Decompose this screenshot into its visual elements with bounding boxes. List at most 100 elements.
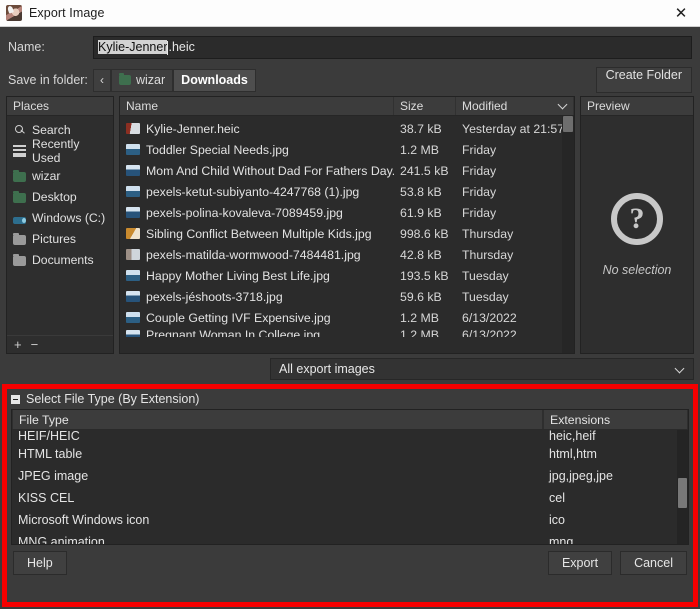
table-row[interactable]: JPEG image jpg,jpeg,jpe xyxy=(12,465,688,487)
export-filter-row: All export images xyxy=(0,354,700,383)
table-row[interactable]: MNG animation mng xyxy=(12,531,688,544)
file-type-table: File Type Extensions HEIF/HEIC heic,heif… xyxy=(11,409,689,545)
name-row: Name: Kylie-Jenner .heic xyxy=(0,32,700,62)
file-thumbnail-icon xyxy=(126,228,140,239)
column-header-extensions[interactable]: Extensions xyxy=(543,410,688,429)
file-modified-cell: 6/13/2022 xyxy=(462,328,517,337)
help-button[interactable]: Help xyxy=(13,551,67,575)
file-thumbnail-icon xyxy=(126,165,140,176)
chevron-down-icon xyxy=(559,101,568,110)
scrollbar-thumb[interactable] xyxy=(678,478,687,508)
places-list: Search Recently Used wizar Desktop Windo… xyxy=(7,116,113,335)
primary-buttons: Export Cancel xyxy=(547,551,687,575)
filename-input[interactable]: Kylie-Jenner .heic xyxy=(93,35,692,59)
select-file-type-expander[interactable]: Select File Type (By Extension) xyxy=(7,389,693,409)
file-type-cell: HEIF/HEIC xyxy=(18,430,80,443)
column-header-file-type[interactable]: File Type xyxy=(12,410,543,429)
save-in-folder-label: Save in folder: xyxy=(8,73,88,87)
file-list-panel: Name Size Modified Kylie-Jenner.heic 38.… xyxy=(119,96,575,354)
file-name-cell: Couple Getting IVF Expensive.jpg xyxy=(120,311,394,325)
filename-selected-text: Kylie-Jenner xyxy=(98,40,168,54)
table-row[interactable]: Toddler Special Needs.jpg 1.2 MB Friday xyxy=(120,139,574,160)
chevron-down-icon xyxy=(676,365,685,374)
table-row[interactable]: Kylie-Jenner.heic 38.7 kB Yesterday at 2… xyxy=(120,118,574,139)
table-row[interactable]: pexels-jéshoots-3718.jpg 59.6 kB Tuesday xyxy=(120,286,574,307)
search-icon xyxy=(13,124,26,136)
breadcrumb: ‹ wizar Downloads xyxy=(93,68,256,92)
file-size-cell: 1.2 MB xyxy=(400,310,439,325)
close-icon[interactable]: ✕ xyxy=(668,2,694,24)
file-modified-cell: Friday xyxy=(462,205,497,220)
file-thumbnail-icon xyxy=(126,186,140,197)
table-row[interactable]: Pregnant Woman In College.jpg 1.2 MB 6/1… xyxy=(120,328,574,337)
sidebar-item-recently-used[interactable]: Recently Used xyxy=(7,137,113,165)
column-header-size[interactable]: Size xyxy=(394,97,456,115)
question-mark-icon: ? xyxy=(611,192,663,245)
table-row[interactable]: pexels-polina-kovaleva-7089459.jpg 61.9 … xyxy=(120,202,574,223)
name-label: Name: xyxy=(8,40,45,54)
file-name-text: Pregnant Woman In College.jpg xyxy=(146,328,321,337)
sidebar-item-desktop[interactable]: Desktop xyxy=(7,186,113,207)
column-header-modified[interactable]: Modified xyxy=(456,97,574,115)
extensions-cell: mng xyxy=(549,535,574,544)
preview-empty-text: No selection xyxy=(602,262,672,277)
file-thumbnail-icon xyxy=(126,270,140,281)
table-row[interactable]: Microsoft Windows icon ico xyxy=(12,509,688,531)
sidebar-item-documents[interactable]: Documents xyxy=(7,249,113,270)
breadcrumb-back-button[interactable]: ‹ xyxy=(93,68,111,92)
export-filter-value: All export images xyxy=(279,362,375,376)
add-place-button[interactable]: + xyxy=(14,337,22,352)
sidebar-item-label: Windows (C:) xyxy=(32,210,106,225)
file-modified-cell: Tuesday xyxy=(462,289,509,304)
preview-header: Preview xyxy=(581,97,693,116)
window-title: Export Image xyxy=(29,6,105,20)
table-row[interactable]: HEIF/HEIC heic,heif xyxy=(12,430,688,443)
file-name-text: pexels-polina-kovaleva-7089459.jpg xyxy=(146,205,343,220)
table-row[interactable]: HTML table html,htm xyxy=(12,443,688,465)
table-row[interactable]: Mom And Child Without Dad For Fathers Da… xyxy=(120,160,574,181)
remove-place-button[interactable]: − xyxy=(31,337,39,352)
breadcrumb-item-downloads[interactable]: Downloads xyxy=(173,68,256,92)
scrollbar-thumb[interactable] xyxy=(563,116,573,132)
table-row[interactable]: Sibling Conflict Between Multiple Kids.j… xyxy=(120,223,574,244)
breadcrumb-item-wizar[interactable]: wizar xyxy=(111,68,174,92)
file-size-cell: 61.9 kB xyxy=(400,205,442,220)
table-row[interactable]: pexels-matilda-wormwood-7484481.jpg 42.8… xyxy=(120,244,574,265)
collapse-minus-icon[interactable] xyxy=(11,394,20,404)
file-size-cell: 241.5 kB xyxy=(400,163,449,178)
file-size-cell: 998.6 kB xyxy=(400,226,449,241)
sidebar-item-label: Documents xyxy=(32,252,94,267)
sidebar-item-windows-c[interactable]: Windows (C:) xyxy=(7,207,113,228)
sidebar-item-label: Pictures xyxy=(32,231,77,246)
file-list-scrollbar[interactable] xyxy=(562,116,574,353)
file-name-text: Happy Mother Living Best Life.jpg xyxy=(146,268,330,283)
sidebar-item-wizar[interactable]: wizar xyxy=(7,165,113,186)
sidebar-item-pictures[interactable]: Pictures xyxy=(7,228,113,249)
table-row[interactable]: pexels-ketut-subiyanto-4247768 (1).jpg 5… xyxy=(120,181,574,202)
file-type-table-header: File Type Extensions xyxy=(12,410,688,430)
table-row[interactable]: KISS CEL cel xyxy=(12,487,688,509)
table-row[interactable]: Happy Mother Living Best Life.jpg 193.5 … xyxy=(120,265,574,286)
file-name-text: Toddler Special Needs.jpg xyxy=(146,142,289,157)
column-header-name[interactable]: Name xyxy=(120,97,394,115)
export-button[interactable]: Export xyxy=(547,551,613,575)
export-filter-select[interactable]: All export images xyxy=(270,358,694,380)
file-type-scrollbar[interactable] xyxy=(677,430,688,544)
breadcrumb-label: Downloads xyxy=(181,73,248,87)
file-name-cell: Happy Mother Living Best Life.jpg xyxy=(120,269,394,283)
sidebar-item-label: Recently Used xyxy=(32,136,80,165)
table-row[interactable]: Couple Getting IVF Expensive.jpg 1.2 MB … xyxy=(120,307,574,328)
file-type-table-body: HEIF/HEIC heic,heif HTML table html,htm … xyxy=(12,430,688,544)
folder-icon xyxy=(13,190,26,203)
file-modified-cell: Friday xyxy=(462,184,497,199)
file-modified-cell: Yesterday at 21:57 xyxy=(462,121,565,136)
file-name-cell: Toddler Special Needs.jpg xyxy=(120,143,394,157)
extensions-cell: cel xyxy=(549,491,565,505)
file-modified-cell: Tuesday xyxy=(462,268,509,283)
create-folder-button[interactable]: Create Folder xyxy=(595,67,692,93)
dialog-button-row: Help Export Cancel xyxy=(7,545,693,575)
cancel-button[interactable]: Cancel xyxy=(620,551,687,575)
places-panel: Places Search Recently Used wizar Deskto… xyxy=(6,96,114,354)
titlebar: Export Image ✕ xyxy=(0,0,700,27)
file-size-cell: 38.7 kB xyxy=(400,121,442,136)
